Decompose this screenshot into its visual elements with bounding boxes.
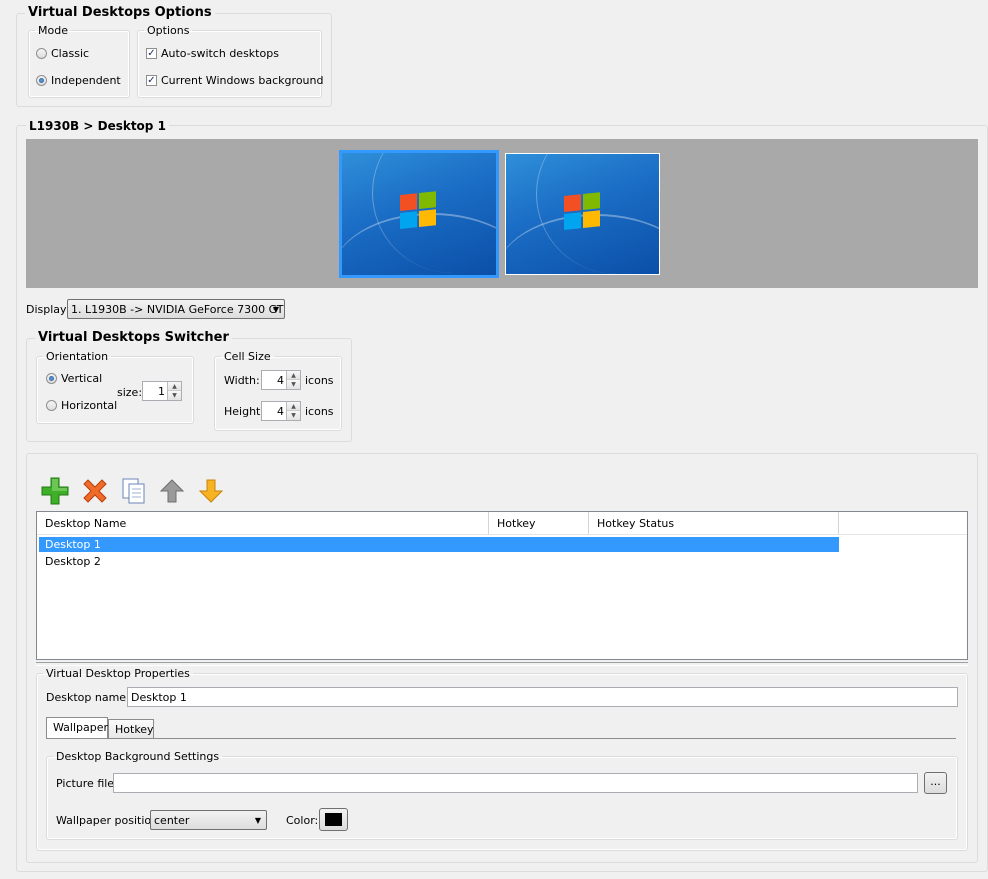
- list-item[interactable]: Desktop 2: [39, 554, 839, 569]
- color-picker-button[interactable]: [319, 808, 348, 831]
- cell-height-label: Height:: [224, 405, 265, 418]
- bg-settings-legend: Desktop Background Settings: [56, 750, 220, 763]
- cell-width-value: 4: [277, 374, 284, 387]
- color-label: Color:: [286, 814, 319, 827]
- move-down-icon[interactable]: [197, 477, 227, 507]
- options-legend: Options: [147, 24, 190, 37]
- tab-wallpaper[interactable]: Wallpaper: [46, 717, 108, 739]
- auto-switch-label[interactable]: Auto-switch desktops: [161, 47, 279, 60]
- monitor-thumb-1[interactable]: [342, 153, 496, 275]
- cell-height-value: 4: [277, 405, 284, 418]
- display-select-value: 1. L1930B -> NVIDIA GeForce 7300 GT: [71, 303, 284, 316]
- cell-height-units: icons: [305, 405, 334, 418]
- cell-width-label: Width:: [224, 374, 260, 387]
- desktop-name-label: Desktop name:: [46, 691, 130, 704]
- list-item[interactable]: Desktop 1: [39, 537, 839, 552]
- orientation-horizontal-label[interactable]: Horizontal: [61, 399, 117, 412]
- cell-width-units: icons: [305, 374, 334, 387]
- tab-hotkey[interactable]: Hotkey: [108, 719, 154, 739]
- down-arrow-icon[interactable]: ▼: [168, 391, 181, 400]
- switcher-title: Virtual Desktops Switcher: [35, 330, 232, 345]
- mode-independent-label[interactable]: Independent: [51, 74, 121, 87]
- mode-legend: Mode: [38, 24, 68, 37]
- down-arrow-icon[interactable]: ▼: [287, 380, 300, 389]
- column-header-hotkey-status[interactable]: Hotkey Status: [589, 512, 839, 534]
- windows-logo-icon: [564, 192, 602, 232]
- orientation-legend: Orientation: [46, 350, 109, 363]
- delete-icon[interactable]: [80, 476, 110, 506]
- move-up-icon[interactable]: [158, 477, 188, 507]
- up-arrow-icon[interactable]: ▲: [168, 382, 181, 391]
- wallpaper-position-value: center: [154, 814, 190, 827]
- properties-legend: Virtual Desktop Properties: [46, 667, 190, 680]
- wallpaper-position-label: Wallpaper position:: [56, 814, 162, 827]
- up-arrow-icon[interactable]: ▲: [287, 371, 300, 380]
- column-header-hotkey[interactable]: Hotkey: [489, 512, 589, 534]
- mode-classic-radio[interactable]: [36, 48, 47, 59]
- color-swatch: [325, 813, 342, 826]
- add-icon[interactable]: [40, 476, 70, 506]
- size-label: size:: [117, 386, 143, 399]
- chevron-down-icon: ▼: [254, 816, 261, 825]
- display-label: Display:: [26, 303, 70, 316]
- tab-strip-line: [46, 738, 956, 739]
- copy-icon[interactable]: [120, 476, 150, 506]
- auto-switch-checkbox[interactable]: ✓: [146, 48, 157, 59]
- mode-independent-radio[interactable]: [36, 75, 47, 86]
- desktop-name-field[interactable]: Desktop 1: [127, 687, 958, 707]
- splitter[interactable]: [36, 662, 968, 666]
- mode-classic-label[interactable]: Classic: [51, 47, 89, 60]
- cell-size-legend: Cell Size: [224, 350, 271, 363]
- browse-button[interactable]: ...: [924, 772, 947, 794]
- cell-width-stepper[interactable]: 4 ▲ ▼: [261, 370, 301, 390]
- cell-height-stepper[interactable]: 4 ▲ ▼: [261, 401, 301, 421]
- desktops-listview[interactable]: Desktop Name Hotkey Hotkey Status Deskto…: [36, 511, 968, 660]
- monitor-thumb-2[interactable]: [506, 154, 659, 274]
- desktop-section-title: L1930B > Desktop 1: [26, 119, 169, 133]
- orientation-vertical-label[interactable]: Vertical: [61, 372, 102, 385]
- windows-logo-icon: [400, 191, 438, 231]
- orientation-vertical-radio[interactable]: [46, 373, 57, 384]
- current-bg-label[interactable]: Current Windows background: [161, 74, 323, 87]
- up-arrow-icon[interactable]: ▲: [287, 402, 300, 411]
- current-bg-checkbox[interactable]: ✓: [146, 75, 157, 86]
- monitor-preview-area: [26, 139, 978, 288]
- column-header-desktop-name[interactable]: Desktop Name: [37, 512, 489, 534]
- display-select[interactable]: 1. L1930B -> NVIDIA GeForce 7300 GT ▼: [67, 299, 285, 319]
- chevron-down-icon: ▼: [272, 305, 279, 314]
- picture-file-field[interactable]: [113, 773, 918, 793]
- orientation-horizontal-radio[interactable]: [46, 400, 57, 411]
- picture-file-label: Picture file:: [56, 777, 118, 790]
- size-value: 1: [158, 385, 165, 398]
- down-arrow-icon[interactable]: ▼: [287, 411, 300, 420]
- size-stepper[interactable]: 1 ▲ ▼: [142, 381, 182, 401]
- wallpaper-position-select[interactable]: center ▼: [150, 810, 267, 830]
- vd-options-title: Virtual Desktops Options: [25, 5, 215, 20]
